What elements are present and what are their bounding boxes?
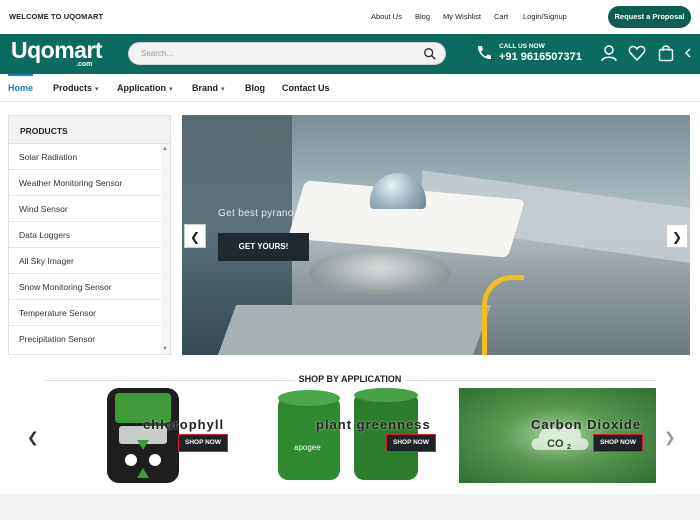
shop-now-button[interactable]: SHOP NOW (386, 434, 436, 452)
chevron-down-icon: ▾ (95, 86, 99, 93)
sidebar-title: PRODUCTS (9, 116, 170, 144)
card-chlorophyll-label: chlorophyll (143, 417, 225, 432)
shop-title-text: SHOP BY APPLICATION (294, 374, 406, 384)
products-sidebar: PRODUCTS Solar Radiation Weather Monitor… (8, 115, 171, 355)
main-nav: Home Products ▾ Application ▾ Brand ▾ Blog … (0, 74, 700, 102)
hero-next-arrow-icon[interactable]: ❯ (666, 224, 688, 248)
nav-brand-label: Brand (192, 83, 219, 93)
svg-text:CO: CO (547, 438, 564, 450)
wishlist-link[interactable]: My Wishlist (443, 12, 481, 21)
search-icon[interactable] (423, 47, 437, 61)
pyranometer-cable (482, 275, 524, 355)
nav-contact-us[interactable]: Contact Us (282, 83, 330, 93)
svg-text:apogee: apogee (294, 443, 321, 452)
scroll-up-icon[interactable]: ▲ (162, 146, 168, 152)
shop-now-button[interactable]: SHOP NOW (593, 434, 643, 452)
heart-icon[interactable] (628, 44, 646, 62)
request-proposal-button[interactable]: Request a Proposal (608, 6, 691, 28)
hero-prev-arrow-icon[interactable]: ❮ (184, 224, 206, 248)
hero-caption: Get best pyrano (218, 208, 294, 219)
svg-text:2: 2 (567, 444, 571, 451)
scroll-down-icon[interactable]: ▼ (162, 346, 168, 352)
sidebar-item-all-sky-imager[interactable]: All Sky Imager (9, 248, 161, 274)
top-bar: WELCOME TO UQOMART About Us Blog My Wish… (0, 0, 700, 34)
chevron-left-icon[interactable] (682, 44, 694, 62)
header: Uqomart .com Search... CALL US NOW +91 9… (0, 34, 700, 74)
shop-by-application-title: SHOP BY APPLICATION (0, 374, 700, 384)
cart-icon[interactable] (657, 44, 675, 62)
hero-banner: Get best pyrano GET YOURS! ❮ ❯ (182, 115, 690, 355)
sidebar-item-temperature-sensor[interactable]: Temperature Sensor (9, 300, 161, 326)
chevron-down-icon: ▾ (221, 86, 225, 93)
nav-contact-label: Contact Us (282, 83, 330, 93)
sidebar-item-snow-monitoring[interactable]: Snow Monitoring Sensor (9, 274, 161, 300)
nav-products[interactable]: Products ▾ (53, 83, 99, 93)
get-yours-button[interactable]: GET YOURS! (218, 233, 309, 261)
welcome-text: WELCOME TO UQOMART (9, 12, 104, 21)
sidebar-scrollbar[interactable]: ▲ ▼ (161, 144, 170, 354)
active-tab-indicator (8, 74, 33, 76)
sidebar-list: Solar Radiation Weather Monitoring Senso… (9, 144, 161, 352)
shop-now-button[interactable]: SHOP NOW (178, 434, 228, 452)
phone-icon (477, 46, 491, 60)
pyranometer-dome (370, 173, 426, 209)
chevron-down-icon: ▾ (169, 86, 173, 93)
logo-domain: .com (76, 61, 93, 68)
nav-blog-label: Blog (245, 83, 265, 93)
cart-link[interactable]: Cart (494, 12, 508, 21)
call-us-label: CALL US NOW (499, 43, 545, 50)
sidebar-item-wind-sensor[interactable]: Wind Sensor (9, 196, 161, 222)
application-card-chlorophyll[interactable]: chlorophyll SHOP NOW (41, 388, 237, 483)
blog-link-top[interactable]: Blog (415, 12, 430, 21)
nav-brand[interactable]: Brand ▾ (192, 83, 225, 93)
nav-application-label: Application (117, 83, 166, 93)
nav-home[interactable]: Home (8, 83, 33, 93)
login-signup-link[interactable]: Login/Signup (523, 12, 567, 21)
application-card-plant-greenness[interactable]: apogee plant greenness SHOP NOW (250, 388, 446, 483)
search-input[interactable]: Search... (141, 49, 173, 58)
site-logo[interactable]: Uqomart (11, 37, 103, 64)
sidebar-item-weather-monitoring[interactable]: Weather Monitoring Sensor (9, 170, 161, 196)
user-icon[interactable] (600, 44, 618, 62)
nav-products-label: Products (53, 83, 93, 93)
card-carbon-dioxide-label: Carbon Dioxide (531, 417, 642, 432)
carousel-prev-icon[interactable]: ❮ (27, 429, 39, 446)
sidebar-item-solar-radiation[interactable]: Solar Radiation (9, 144, 161, 170)
hero-mount (217, 305, 492, 355)
sidebar-item-data-loggers[interactable]: Data Loggers (9, 222, 161, 248)
search-bar[interactable]: Search... (128, 42, 446, 65)
card-plant-greenness-label: plant greenness (316, 417, 431, 432)
about-us-link[interactable]: About Us (371, 12, 402, 21)
nav-home-label: Home (8, 83, 34, 93)
chlorophyll-meter-image (107, 388, 179, 483)
nav-blog[interactable]: Blog (245, 83, 265, 93)
pyranometer-body (310, 250, 450, 295)
nav-application[interactable]: Application ▾ (117, 83, 173, 93)
footer-band (0, 494, 700, 520)
sidebar-item-precipitation-sensor[interactable]: Precipitation Sensor (9, 326, 161, 352)
carousel-next-icon[interactable]: ❯ (664, 429, 676, 446)
application-card-carbon-dioxide[interactable]: CO 2 Carbon Dioxide SHOP NOW (459, 388, 656, 483)
phone-number[interactable]: +91 9616507371 (499, 51, 582, 63)
